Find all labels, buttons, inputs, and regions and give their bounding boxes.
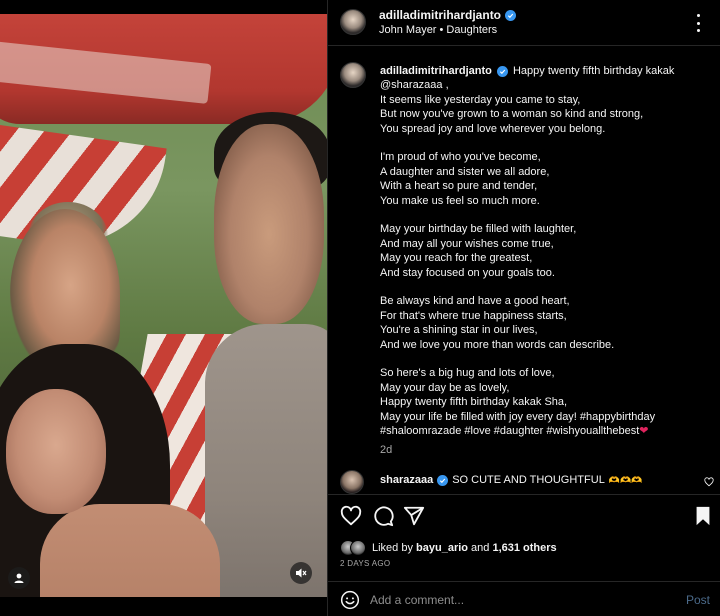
user-icon bbox=[14, 573, 24, 583]
liker-avatar bbox=[350, 540, 366, 556]
emoji-icon[interactable] bbox=[340, 590, 360, 610]
caption-mention[interactable]: @sharazaaa , bbox=[380, 78, 710, 92]
commenter-username[interactable]: sharazaaa bbox=[380, 474, 433, 486]
caption-line: Be always kind and have a good heart, bbox=[380, 295, 570, 308]
mute-button[interactable] bbox=[290, 562, 312, 584]
caption-line: May your life be filled with joy every d… bbox=[380, 410, 656, 423]
caption-line: A daughter and sister we all adore, bbox=[380, 165, 550, 178]
photo-girl-face bbox=[6, 389, 106, 514]
caption-line: I'm proud of who you've become, bbox=[380, 151, 541, 164]
comment-input[interactable] bbox=[370, 590, 670, 610]
caption-avatar[interactable] bbox=[340, 62, 366, 88]
share-paper-plane-icon[interactable] bbox=[403, 505, 425, 527]
photo-umbrella bbox=[0, 14, 327, 124]
caption-line: But now you've grown to a woman so kind … bbox=[380, 108, 644, 121]
comment-text: sharazaaa SO CUTE AND THOUGHTFUL 🫶🫶🫶 bbox=[380, 474, 642, 486]
caption-line: You're a shining star in our lives, bbox=[380, 324, 538, 337]
red-heart-emoji: ❤ bbox=[639, 425, 649, 438]
post-date: 2 DAYS AGO bbox=[340, 559, 391, 568]
caption-line: And we love you more than words can desc… bbox=[380, 338, 615, 351]
caption-line: And stay focused on your goals too. bbox=[380, 266, 555, 279]
post-comment-button[interactable]: Post bbox=[686, 593, 710, 607]
likes-count[interactable]: 1,631 others bbox=[492, 542, 556, 554]
more-options-icon[interactable] bbox=[696, 14, 700, 32]
comment-body: SO CUTE AND THOUGHTFUL bbox=[452, 474, 605, 486]
caption-hashtags[interactable]: #shaloomrazade #love #daughter #wishyoua… bbox=[380, 425, 639, 437]
author-username-row[interactable]: adilladimitrihardjanto bbox=[379, 8, 517, 22]
verified-badge-icon bbox=[437, 474, 449, 486]
photo-girl-body bbox=[40, 504, 220, 597]
caption-line: Happy twenty fifth birthday kakak bbox=[512, 65, 675, 77]
caption-line: You make us feel so much more. bbox=[380, 194, 540, 207]
caption-line: With a heart so pure and tender, bbox=[380, 180, 538, 193]
caption-text: adilladimitrihardjanto Happy twenty fift… bbox=[380, 64, 710, 457]
comment-like-icon[interactable] bbox=[704, 477, 714, 487]
caption-line: And may all your wishes come true, bbox=[380, 237, 554, 250]
post-actions: Liked by bayu_ario and 1,631 others 2 DA… bbox=[328, 494, 720, 616]
post-photo bbox=[0, 14, 327, 597]
bookmark-icon[interactable] bbox=[692, 505, 714, 527]
verified-badge-icon bbox=[505, 9, 517, 21]
comment-bubble-icon[interactable] bbox=[372, 505, 394, 527]
photo-man-body bbox=[205, 324, 327, 597]
caption-line: May your birthday be filled with laughte… bbox=[380, 223, 577, 236]
caption-timestamp[interactable]: 2d bbox=[380, 443, 710, 457]
post-panel: adilladimitrihardjanto John Mayer • Daug… bbox=[327, 0, 720, 616]
author-avatar[interactable] bbox=[340, 9, 366, 35]
audio-track[interactable]: John Mayer • Daughters bbox=[379, 24, 497, 36]
post-media[interactable] bbox=[0, 0, 327, 616]
commenter-avatar[interactable] bbox=[340, 470, 364, 494]
photo-man-head bbox=[214, 124, 324, 324]
likes-summary[interactable]: Liked by bayu_ario and 1,631 others bbox=[340, 539, 557, 557]
liker-username[interactable]: bayu_ario bbox=[416, 542, 468, 554]
verified-badge-icon bbox=[496, 66, 508, 77]
post-header: adilladimitrihardjanto John Mayer • Daug… bbox=[328, 0, 720, 46]
comment-emoji: 🫶🫶🫶 bbox=[608, 474, 643, 485]
likes-prefix: Liked by bbox=[372, 542, 417, 554]
like-heart-icon[interactable] bbox=[340, 505, 362, 527]
likes-and: and bbox=[468, 542, 493, 554]
caption-line: You spread joy and love wherever you bel… bbox=[380, 122, 606, 135]
caption-username[interactable]: adilladimitrihardjanto bbox=[380, 65, 492, 77]
add-comment-bar: Post bbox=[328, 581, 720, 616]
caption-line: It seems like yesterday you came to stay… bbox=[380, 93, 581, 106]
speaker-muted-icon bbox=[296, 568, 307, 578]
author-username[interactable]: adilladimitrihardjanto bbox=[379, 8, 501, 22]
caption-line: So here's a big hug and lots of love, bbox=[380, 367, 555, 380]
caption-line: May your day be as lovely, bbox=[380, 381, 510, 394]
caption-line: For that's where true happiness starts, bbox=[380, 309, 567, 322]
caption-section: adilladimitrihardjanto Happy twenty fift… bbox=[328, 47, 720, 463]
caption-line: Happy twenty fifth birthday kakak Sha, bbox=[380, 396, 568, 409]
caption-line: May you reach for the greatest, bbox=[380, 252, 533, 265]
comment-item: sharazaaa SO CUTE AND THOUGHTFUL 🫶🫶🫶 bbox=[328, 465, 720, 494]
tagged-users-button[interactable] bbox=[8, 567, 30, 589]
